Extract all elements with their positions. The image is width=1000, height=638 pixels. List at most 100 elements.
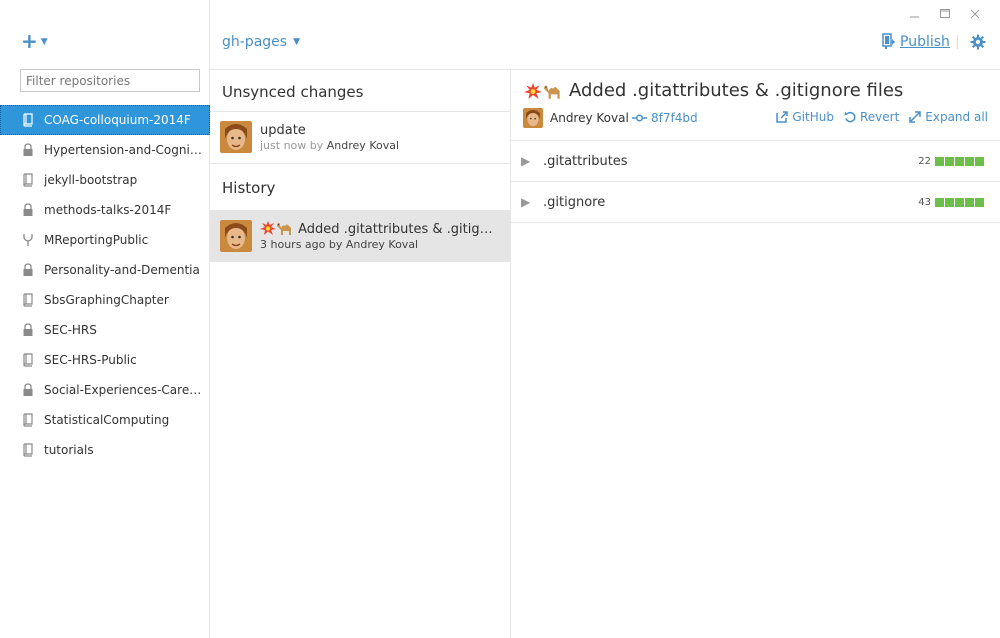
- by-label: by: [309, 138, 324, 152]
- lock-icon: [21, 382, 35, 398]
- repo-item[interactable]: COAG-colloquium-2014F: [0, 105, 210, 135]
- repo-item[interactable]: SbsGraphingChapter: [0, 285, 210, 315]
- book-icon: [21, 412, 35, 428]
- repository-sidebar: + ▼ COAG-colloquium-2014F Hypertension-an…: [0, 0, 210, 638]
- publish-button[interactable]: Publish: [882, 33, 950, 50]
- avatar: [220, 121, 252, 153]
- lock-icon: [21, 202, 35, 218]
- commit-author-name: Andrey Koval: [550, 111, 629, 125]
- camel-emoji-icon: [277, 223, 291, 235]
- expand-triangle-icon[interactable]: ▶: [521, 195, 531, 209]
- changes-column: Unsynced changes update just now by Andr…: [210, 70, 511, 638]
- toolbar-divider: [957, 35, 958, 49]
- repo-item[interactable]: StatisticalComputing: [0, 405, 210, 435]
- collision-emoji-icon: [260, 221, 276, 235]
- repo-label: COAG-colloquium-2014F: [44, 113, 191, 127]
- book-icon: [21, 442, 35, 458]
- file-row[interactable]: ▶ .gitignore 43: [511, 182, 1000, 223]
- commit-message: Added .gitattributes & .gitign...: [260, 221, 498, 237]
- repo-label: SEC-HRS-Public: [44, 353, 137, 367]
- fork-icon: [21, 232, 35, 248]
- commit-sha: 8f7f4bd: [651, 111, 698, 125]
- repo-label: jekyll-bootstrap: [44, 173, 138, 187]
- commit-message: update: [260, 122, 306, 138]
- unsynced-commit-row[interactable]: update just now by Andrey Koval: [210, 111, 510, 163]
- commit-sha-link[interactable]: 8f7f4bd: [632, 111, 698, 125]
- gear-icon: [970, 34, 986, 50]
- repo-item[interactable]: Personality-and-Dementia: [0, 255, 210, 285]
- repo-item[interactable]: jekyll-bootstrap: [0, 165, 210, 195]
- minimize-button[interactable]: [900, 6, 930, 22]
- commit-actions: GitHub Revert Expand all: [776, 110, 988, 124]
- repo-label: SEC-HRS: [44, 323, 97, 337]
- maximize-icon: [939, 9, 950, 18]
- camel-emoji-icon: [544, 84, 560, 99]
- lock-icon: [21, 262, 35, 278]
- caret-down-icon: ▼: [293, 37, 300, 47]
- revert-icon: [844, 111, 856, 123]
- commit-title-text: Added .gitattributes & .gitignore files: [569, 80, 904, 101]
- github-link[interactable]: GitHub: [776, 110, 834, 124]
- commit-time: just now: [260, 138, 307, 152]
- maximize-button[interactable]: [930, 6, 960, 22]
- commit-detail-panel: Added .gitattributes & .gitignore files …: [511, 70, 1000, 638]
- branch-selector[interactable]: gh-pages ▼: [222, 34, 300, 50]
- file-additions: 43: [918, 197, 984, 208]
- filter-repositories-input[interactable]: [20, 69, 200, 92]
- repo-label: StatisticalComputing: [44, 413, 170, 427]
- repo-item[interactable]: MReportingPublic: [0, 225, 210, 255]
- commit-title: Added .gitattributes & .gitignore files: [524, 80, 903, 101]
- repo-label: Personality-and-Dementia: [44, 263, 200, 277]
- repo-label: Social-Experiences-Caregive...: [44, 383, 204, 397]
- publish-label: Publish: [900, 33, 950, 50]
- avatar: [220, 220, 252, 252]
- repo-item[interactable]: SEC-HRS: [0, 315, 210, 345]
- lock-icon: [21, 322, 35, 338]
- file-row[interactable]: ▶ .gitattributes 22: [511, 141, 1000, 182]
- branch-name: gh-pages: [222, 34, 288, 50]
- repo-label: MReportingPublic: [44, 233, 149, 247]
- settings-button[interactable]: [970, 34, 986, 53]
- book-icon: [21, 112, 35, 128]
- commit-author: Andrey Koval: [326, 138, 400, 152]
- repo-label: Hypertension-and-Cognition: [44, 143, 204, 157]
- file-additions: 22: [918, 156, 984, 167]
- expand-all-button[interactable]: Expand all: [909, 110, 988, 124]
- additions-bar: [935, 156, 984, 166]
- repo-item[interactable]: Social-Experiences-Caregive...: [0, 375, 210, 405]
- book-icon: [21, 292, 35, 308]
- plus-icon: +: [21, 29, 38, 53]
- additions-count: 43: [918, 196, 931, 208]
- history-title: History: [222, 179, 276, 197]
- repo-label: methods-talks-2014F: [44, 203, 172, 217]
- history-commit-row[interactable]: Added .gitattributes & .gitign... 3 hour…: [210, 210, 510, 262]
- add-repository-button[interactable]: + ▼: [21, 29, 48, 53]
- minimize-icon: [910, 16, 919, 18]
- close-icon: [970, 9, 980, 19]
- collision-emoji-icon: [524, 82, 542, 99]
- by-label: by: [328, 238, 343, 251]
- close-button[interactable]: [960, 6, 990, 22]
- window-controls: [900, 6, 990, 22]
- book-icon: [21, 172, 35, 188]
- additions-count: 22: [918, 155, 931, 167]
- divider: [210, 163, 510, 164]
- repo-item[interactable]: tutorials: [0, 435, 210, 465]
- repo-item[interactable]: methods-talks-2014F: [0, 195, 210, 225]
- book-icon: [21, 352, 35, 368]
- publish-icon: [882, 33, 895, 49]
- github-label: GitHub: [792, 110, 834, 124]
- avatar: [523, 108, 543, 128]
- revert-button[interactable]: Revert: [844, 110, 899, 124]
- expand-triangle-icon[interactable]: ▶: [521, 154, 531, 168]
- repo-item[interactable]: SEC-HRS-Public: [0, 345, 210, 375]
- repo-label: tutorials: [44, 443, 94, 457]
- revert-label: Revert: [859, 110, 900, 124]
- file-name: .gitattributes: [543, 153, 628, 169]
- lock-icon: [21, 142, 35, 158]
- external-link-icon: [776, 111, 789, 123]
- commit-icon: [632, 114, 647, 122]
- expand-all-label: Expand all: [925, 110, 988, 124]
- repo-item[interactable]: Hypertension-and-Cognition: [0, 135, 210, 165]
- repository-list: COAG-colloquium-2014F Hypertension-and-Co…: [0, 105, 210, 465]
